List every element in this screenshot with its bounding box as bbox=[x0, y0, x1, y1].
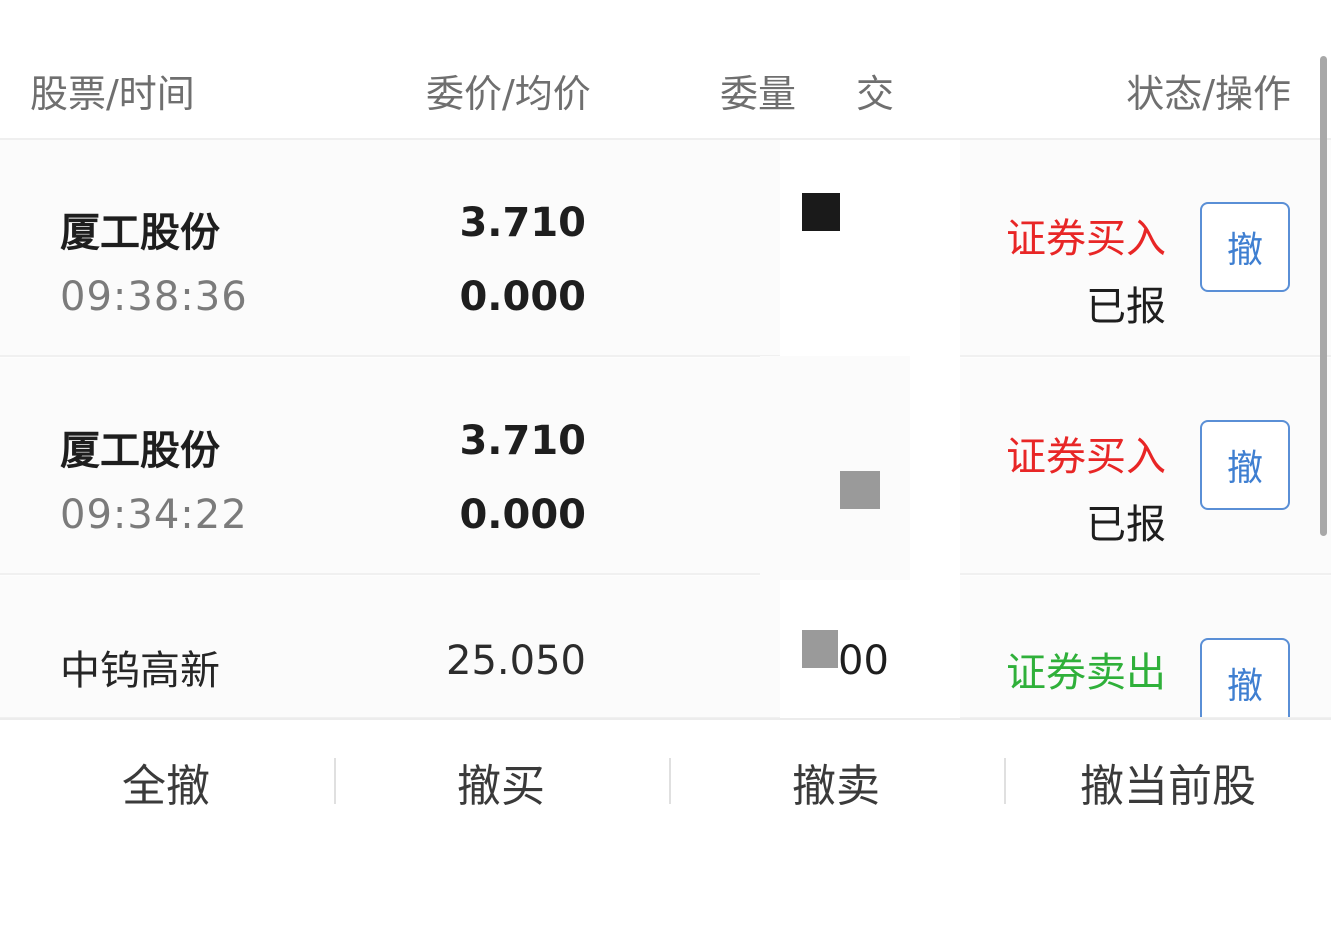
bulk-action-bar: 全撤 撤买 撤卖 撤当前股 bbox=[0, 718, 1331, 844]
redaction-mask bbox=[760, 356, 910, 580]
stock-name: 中钨高新 bbox=[60, 648, 220, 694]
order-cancel-screen: 股票/时间 委价/均价 委量 交 状态/操作 厦工股份 09:38:36 3.71… bbox=[0, 0, 1331, 925]
cancel-order-button[interactable]: 撤 bbox=[1200, 202, 1290, 292]
stock-name: 厦工股份 bbox=[60, 210, 220, 256]
cancel-all-button[interactable]: 全撤 bbox=[0, 720, 332, 844]
order-price: 3.710 bbox=[459, 418, 586, 464]
cancel-order-button[interactable]: 撤 bbox=[1200, 420, 1290, 510]
cancel-order-button[interactable]: 撤 bbox=[1200, 638, 1290, 717]
scrollbar[interactable] bbox=[1320, 56, 1327, 536]
cancel-buy-button[interactable]: 撤买 bbox=[335, 720, 667, 844]
order-row[interactable]: 中钨高新 25.050 00 证券卖出 撤 bbox=[0, 576, 1331, 719]
order-status: 已报 bbox=[1086, 284, 1166, 330]
order-qty-visible: 00 bbox=[838, 638, 889, 684]
redaction-block bbox=[802, 193, 840, 231]
order-type: 证券买入 bbox=[1006, 434, 1166, 480]
order-type: 证券卖出 bbox=[1006, 650, 1166, 696]
order-price: 25.050 bbox=[446, 638, 586, 684]
order-status: 已报 bbox=[1086, 502, 1166, 548]
order-row[interactable]: 厦工股份 09:38:36 3.710 0.000 证券买入 已报 撤 bbox=[0, 140, 1331, 357]
bottom-blank-area bbox=[0, 844, 1331, 925]
redaction-block bbox=[840, 471, 880, 509]
header-qty-label: 委量 bbox=[720, 72, 797, 116]
order-price: 3.710 bbox=[459, 200, 586, 246]
order-time: 09:34:22 bbox=[60, 492, 248, 538]
avg-price: 0.000 bbox=[459, 274, 586, 320]
header-qty-suffix: 交 bbox=[856, 72, 895, 116]
cancel-current-stock-button[interactable]: 撤当前股 bbox=[1005, 720, 1331, 844]
order-row[interactable]: 厦工股份 09:34:22 3.710 0.000 证券买入 已报 撤 bbox=[0, 358, 1331, 575]
header-qty: 委量 交 bbox=[720, 68, 894, 120]
top-spacer bbox=[0, 0, 1331, 39]
table-header: 股票/时间 委价/均价 委量 交 状态/操作 bbox=[0, 38, 1331, 140]
avg-price: 0.000 bbox=[459, 492, 586, 538]
header-status-action: 状态/操作 bbox=[1126, 72, 1291, 116]
order-type: 证券买入 bbox=[1006, 216, 1166, 262]
header-price-avg: 委价/均价 bbox=[426, 72, 591, 116]
stock-name: 厦工股份 bbox=[60, 428, 220, 474]
order-time: 09:38:36 bbox=[60, 274, 248, 320]
header-stock-time: 股票/时间 bbox=[30, 72, 195, 116]
cancel-sell-button[interactable]: 撤卖 bbox=[670, 720, 1002, 844]
redaction-block bbox=[802, 630, 838, 668]
